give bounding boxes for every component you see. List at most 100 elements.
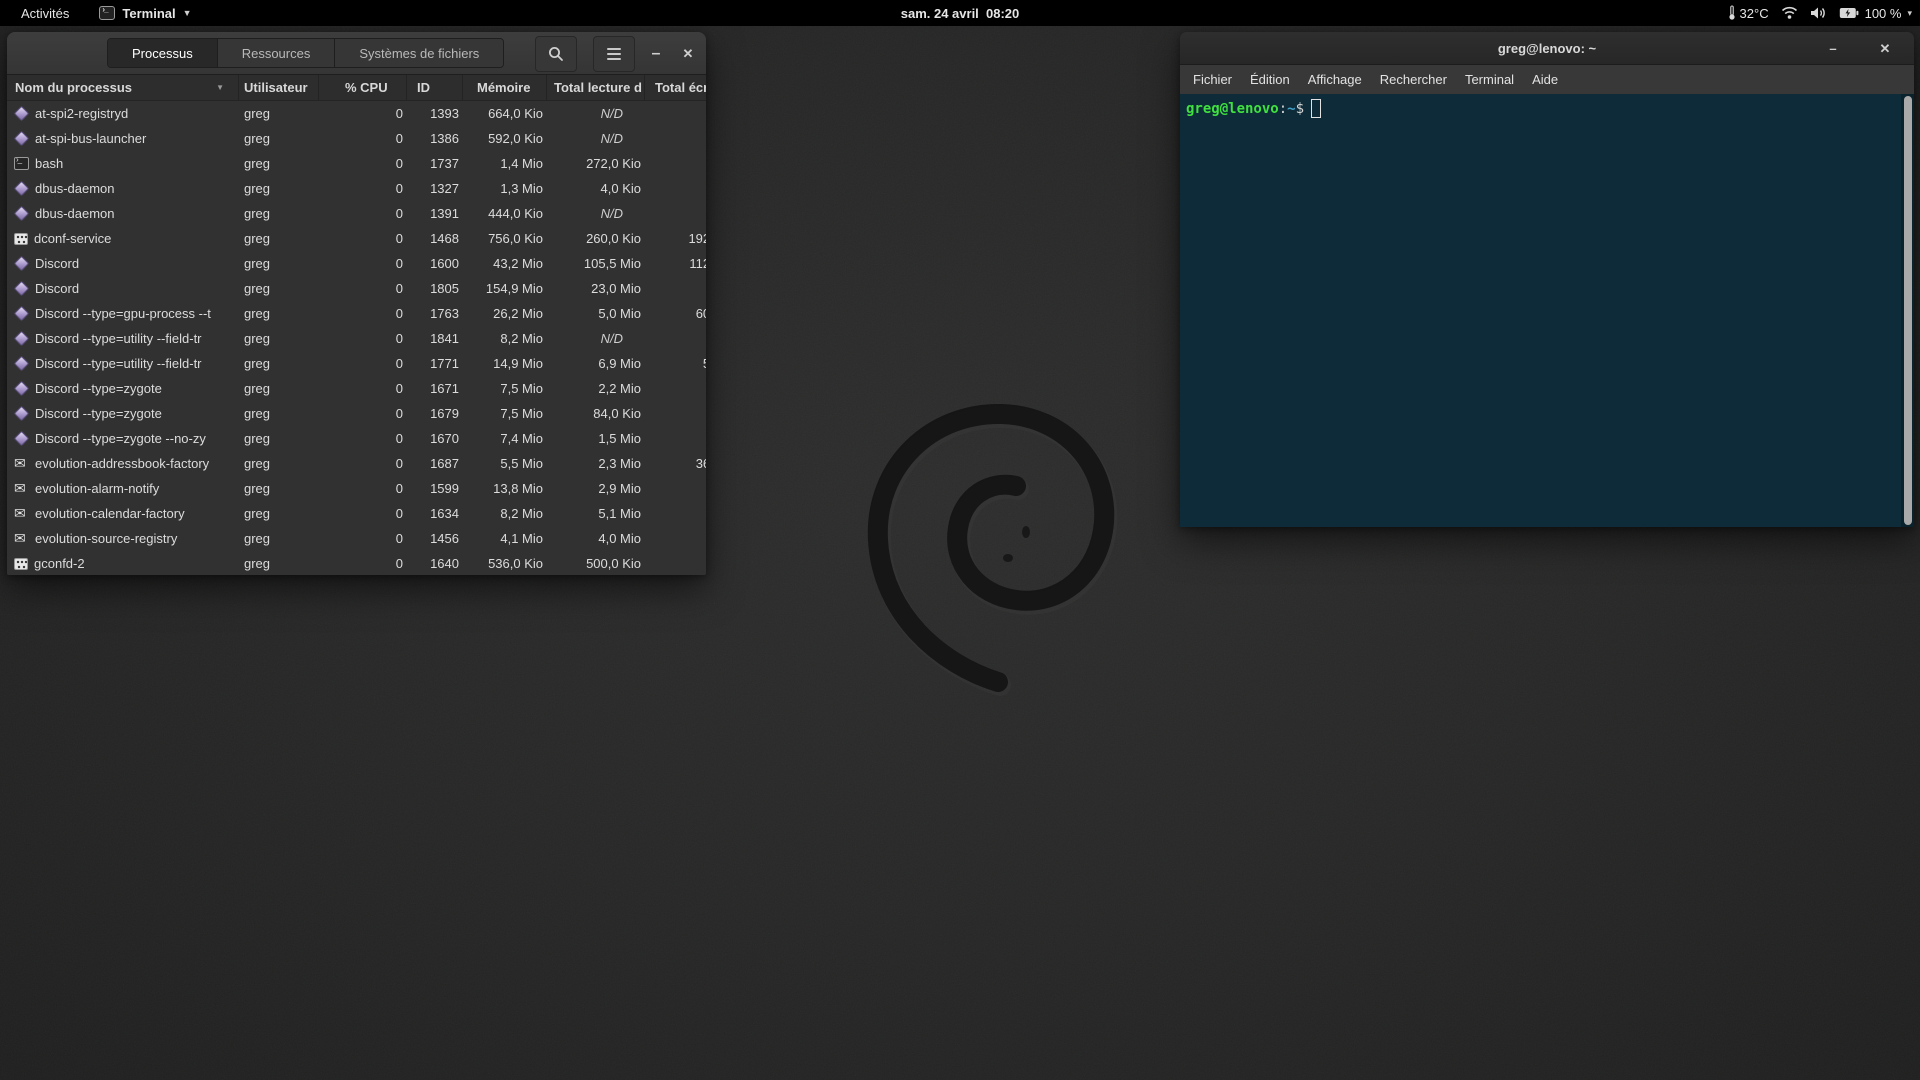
process-memory: 43,2 Mio: [463, 251, 547, 276]
diamond-icon: [14, 331, 30, 347]
table-row[interactable]: Discordgreg01805154,9 Mio23,0 Mio: [7, 276, 706, 301]
terminal-icon: [14, 157, 29, 170]
table-row[interactable]: Discordgreg0160043,2 Mio105,5 Mio112,0: [7, 251, 706, 276]
dconf-icon: [14, 558, 28, 570]
process-memory: 1,3 Mio: [463, 176, 547, 201]
column-header-label: Total écr: [655, 80, 706, 95]
terminal-scrollbar[interactable]: [1901, 94, 1914, 527]
search-button[interactable]: [535, 36, 577, 72]
process-disk-write: [645, 426, 706, 451]
menu-fichier[interactable]: Fichier: [1184, 72, 1241, 87]
menu--dition[interactable]: Édition: [1241, 72, 1299, 87]
table-row[interactable]: Discord --type=gpu-process --tgreg017632…: [7, 301, 706, 326]
scrollbar-thumb[interactable]: [1904, 96, 1912, 525]
process-name-cell: evolution-addressbook-factory: [7, 451, 239, 476]
column-header[interactable]: Mémoire: [463, 75, 547, 100]
process-id: 1393: [407, 101, 463, 126]
menu-rechercher[interactable]: Rechercher: [1371, 72, 1456, 87]
process-memory: 536,0 Kio: [463, 551, 547, 575]
process-user: greg: [239, 451, 319, 476]
search-icon: [548, 46, 564, 62]
process-user: greg: [239, 201, 319, 226]
table-row[interactable]: Discord --type=zygotegreg016717,5 Mio2,2…: [7, 376, 706, 401]
column-header[interactable]: Utilisateur: [239, 75, 319, 100]
table-row[interactable]: dbus-daemongreg01391444,0 KioN/D: [7, 201, 706, 226]
process-cpu: 0: [319, 376, 407, 401]
process-id: 1687: [407, 451, 463, 476]
process-name: Discord --type=gpu-process --t: [35, 306, 211, 321]
table-row[interactable]: evolution-source-registrygreg014564,1 Mi…: [7, 526, 706, 551]
process-disk-read: 6,9 Mio: [547, 351, 645, 376]
sort-descending-icon: ▼: [216, 83, 224, 92]
process-name-cell: Discord --type=utility --field-tr: [7, 351, 239, 376]
process-memory: 756,0 Kio: [463, 226, 547, 251]
system-status-area[interactable]: 32°C 100 % ▾: [1728, 0, 1912, 26]
table-row[interactable]: Discord --type=zygote --no-zygreg016707,…: [7, 426, 706, 451]
process-id: 1599: [407, 476, 463, 501]
primary-menu-button[interactable]: [593, 36, 635, 72]
tab-syst-mes-de-fichiers[interactable]: Systèmes de fichiers: [335, 39, 503, 67]
table-row[interactable]: Discord --type=zygotegreg016797,5 Mio84,…: [7, 401, 706, 426]
table-row[interactable]: evolution-addressbook-factorygreg016875,…: [7, 451, 706, 476]
process-disk-read: 4,0 Kio: [547, 176, 645, 201]
clock[interactable]: sam. 24 avril 08:20: [0, 6, 1920, 21]
column-header[interactable]: Total écr: [645, 75, 706, 100]
tab-ressources[interactable]: Ressources: [218, 39, 336, 67]
diamond-icon: [14, 256, 30, 272]
process-cpu: 0: [319, 251, 407, 276]
diamond-icon: [14, 431, 30, 447]
table-row[interactable]: evolution-calendar-factorygreg016348,2 M…: [7, 501, 706, 526]
table-row[interactable]: dconf-servicegreg01468756,0 Kio260,0 Kio…: [7, 226, 706, 251]
menu-aide[interactable]: Aide: [1523, 72, 1567, 87]
column-header-label: Utilisateur: [244, 80, 308, 95]
column-header[interactable]: Nom du processus▼: [7, 75, 239, 100]
process-name-cell: Discord --type=utility --field-tr: [7, 326, 239, 351]
process-name: Discord --type=zygote: [35, 381, 162, 396]
process-cpu: 0: [319, 501, 407, 526]
diamond-icon: [14, 131, 30, 147]
process-cpu: 0: [319, 451, 407, 476]
process-disk-read: 5,1 Mio: [547, 501, 645, 526]
terminal-screen[interactable]: greg@lenovo:~$: [1180, 94, 1914, 527]
system-monitor-window: ProcessusRessourcesSystèmes de fichiers …: [7, 32, 706, 575]
top-bar: Activités Terminal ▼ sam. 24 avril 08:20…: [0, 0, 1920, 26]
table-row[interactable]: dbus-daemongreg013271,3 Mio4,0 Kio: [7, 176, 706, 201]
table-row[interactable]: at-spi2-registrydgreg01393664,0 KioN/D: [7, 101, 706, 126]
column-header[interactable]: Total lecture d: [547, 75, 645, 100]
table-row[interactable]: at-spi-bus-launchergreg01386592,0 KioN/D: [7, 126, 706, 151]
process-name-cell: Discord --type=zygote: [7, 376, 239, 401]
table-row[interactable]: Discord --type=utility --field-trgreg017…: [7, 351, 706, 376]
close-icon: ✕: [1880, 41, 1891, 57]
process-cpu: 0: [319, 551, 407, 575]
process-name: Discord: [35, 281, 79, 296]
close-button[interactable]: ✕: [1870, 32, 1900, 65]
close-button[interactable]: ✕: [675, 32, 701, 75]
tab-processus[interactable]: Processus: [108, 39, 218, 67]
table-row[interactable]: gconfd-2greg01640536,0 Kio500,0 Kio: [7, 551, 706, 575]
diamond-icon: [14, 281, 30, 297]
process-user: greg: [239, 351, 319, 376]
process-disk-read: 500,0 Kio: [547, 551, 645, 575]
table-row[interactable]: bashgreg017371,4 Mio272,0 Kio: [7, 151, 706, 176]
minimize-button[interactable]: –: [1818, 32, 1848, 65]
menu-affichage[interactable]: Affichage: [1299, 72, 1371, 87]
process-user: greg: [239, 326, 319, 351]
terminal-titlebar[interactable]: greg@lenovo: ~ – ✕: [1180, 32, 1914, 65]
table-row[interactable]: evolution-alarm-notifygreg0159913,8 Mio2…: [7, 476, 706, 501]
column-header[interactable]: % CPU: [319, 75, 407, 100]
menu-terminal[interactable]: Terminal: [1456, 72, 1523, 87]
table-row[interactable]: Discord --type=utility --field-trgreg018…: [7, 326, 706, 351]
process-name-cell: bash: [7, 151, 239, 176]
process-disk-write: [645, 476, 706, 501]
process-memory: 664,0 Kio: [463, 101, 547, 126]
process-disk-write: [645, 176, 706, 201]
temperature-label: 32°C: [1740, 6, 1769, 21]
wifi-icon: [1781, 6, 1798, 20]
column-header[interactable]: ID: [407, 75, 463, 100]
minimize-button[interactable]: –: [643, 32, 669, 75]
terminal-cursor: [1311, 99, 1321, 118]
process-cpu: 0: [319, 476, 407, 501]
process-cpu: 0: [319, 401, 407, 426]
process-memory: 5,5 Mio: [463, 451, 547, 476]
process-cpu: 0: [319, 276, 407, 301]
